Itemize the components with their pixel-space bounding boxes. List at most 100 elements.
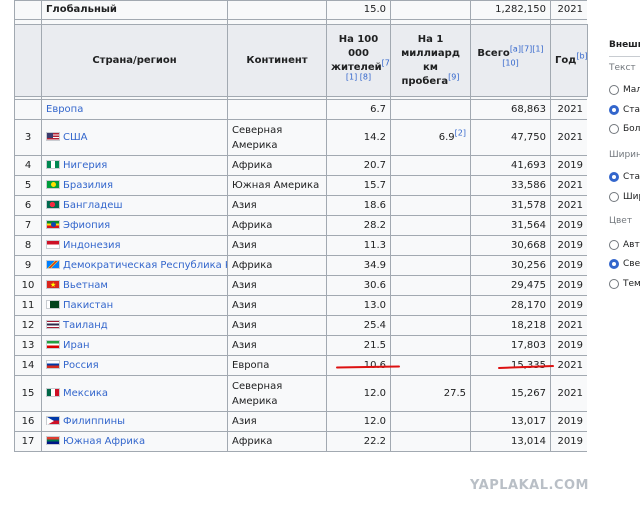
option-label: Свет [623, 259, 640, 269]
table-row: 3 США Северная Америка 14.2 6.9[2] 47,750 2021 [14, 119, 587, 156]
radio-icon[interactable] [609, 279, 619, 289]
country-cell: Бангладеш [41, 195, 228, 216]
perkm-cell [390, 99, 471, 120]
country-link[interactable]: Россия [63, 360, 99, 371]
table-row: Европа 6.7 68,863 2021 [14, 99, 587, 120]
perkm-cell [390, 295, 471, 316]
radio-icon[interactable] [609, 124, 619, 134]
country-cell: Эфиопия [41, 215, 228, 236]
country-cell: Таиланд [41, 315, 228, 336]
perkm-ref[interactable]: [2] [455, 128, 466, 137]
rank-cell [14, 99, 42, 120]
country-link[interactable]: США [63, 132, 88, 143]
text-size-option-standard[interactable]: Ста [609, 105, 640, 115]
radio-selected-icon[interactable] [609, 259, 619, 269]
width-option-wide[interactable]: Шир [609, 192, 640, 202]
table-row: 4 Нигерия Африка 20.7 41,693 2019 [14, 155, 587, 176]
per100k-cell: 22.2 [326, 431, 391, 452]
country-link[interactable]: Бангладеш [63, 200, 123, 211]
year-cell: 2019 [550, 275, 587, 296]
continent-cell: Азия [227, 411, 327, 432]
global-year-cell: 2021 [550, 0, 587, 20]
color-option-dark[interactable]: Тем [609, 279, 640, 289]
table-row: 11 Пакистан Азия 13.0 28,170 2019 [14, 295, 587, 316]
year-cell: 2019 [550, 255, 587, 276]
flag-vn-icon [46, 278, 60, 292]
flag-th-icon [46, 319, 60, 329]
year-cell: 2021 [550, 355, 587, 376]
per100k-cell: 6.7 [326, 99, 391, 120]
text-size-option-large[interactable]: Бол [609, 124, 640, 134]
radio-selected-icon[interactable] [609, 172, 619, 182]
header-year[interactable]: Год[b] [550, 24, 588, 97]
per100k-cell: 28.2 [326, 215, 391, 236]
rank-cell: 8 [14, 235, 42, 256]
header-country[interactable]: Страна/регион [41, 24, 228, 97]
rank-cell: 14 [14, 355, 42, 376]
width-option-standard[interactable]: Ста [609, 172, 640, 182]
year-value: 2019 [557, 279, 583, 291]
header-year-refs[interactable]: [b] [576, 51, 586, 60]
continent-cell: Африка [227, 431, 327, 452]
perkm-cell [390, 175, 471, 196]
country-link[interactable]: Бразилия [63, 180, 113, 191]
country-link[interactable]: Европа [46, 104, 83, 115]
year-value: 2019 [557, 259, 583, 271]
header-continent[interactable]: Континент [227, 24, 327, 97]
per100k-cell: 30.6 [326, 275, 391, 296]
country-link[interactable]: Иран [63, 340, 90, 351]
country-link[interactable]: Мексика [63, 388, 108, 399]
header-perkm[interactable]: На 1 миллиард км пробега[9] [390, 24, 471, 97]
country-link[interactable]: Таиланд [63, 320, 108, 331]
radio-selected-icon[interactable] [609, 105, 619, 115]
year-cell: 2019 [550, 215, 587, 236]
rank-cell: 12 [14, 315, 42, 336]
radio-icon[interactable] [609, 192, 619, 202]
option-label: Ста [623, 172, 640, 182]
color-option-auto[interactable]: Авто [609, 240, 640, 250]
radio-icon[interactable] [609, 85, 619, 95]
global-name-cell: Глобальный [41, 0, 228, 20]
option-label: Тем [623, 279, 640, 289]
flag-et-icon [46, 219, 60, 229]
per100k-cell: 18.6 [326, 195, 391, 216]
country-link[interactable]: Индонезия [63, 240, 121, 251]
year-cell: 2019 [550, 295, 587, 316]
country-link[interactable]: Демократическая Республика Конго [63, 260, 227, 271]
header-total[interactable]: Всего[a][7][1] [10] [470, 24, 551, 97]
country-link[interactable]: Южная Африка [63, 436, 145, 447]
continent-cell: Азия [227, 275, 327, 296]
perkm-cell [390, 155, 471, 176]
year-value: 2021 [557, 103, 583, 115]
flag-ru-icon [46, 359, 60, 369]
header-per100k[interactable]: На 100 000 жителей[7][1] [8] [326, 24, 391, 97]
country-link[interactable]: Вьетнам [63, 280, 108, 291]
color-option-light[interactable]: Свет [609, 259, 640, 269]
country-link[interactable]: Филиппины [63, 416, 125, 427]
continent-cell: Азия [227, 335, 327, 356]
option-label: Ста [623, 105, 640, 115]
text-size-option-small[interactable]: Мал [609, 85, 640, 95]
continent-cell: Азия [227, 295, 327, 316]
perkm-cell [390, 215, 471, 236]
perkm-cell [390, 195, 471, 216]
radio-icon[interactable] [609, 240, 619, 250]
header-perkm-refs[interactable]: [9] [448, 72, 459, 81]
continent-cell: Северная Америка [227, 119, 327, 156]
country-link[interactable]: Пакистан [63, 300, 113, 311]
year-cell: 2019 [550, 411, 587, 432]
option-label: Авто [623, 240, 640, 250]
country-link[interactable]: Эфиопия [63, 220, 110, 231]
perkm-cell: 27.5 [390, 375, 471, 412]
country-cell: Россия [41, 355, 228, 376]
option-label: Шир [623, 192, 640, 202]
table-row: 8 Индонезия Азия 11.3 30,668 2019 [14, 235, 587, 256]
header-total-label: Всего [477, 47, 510, 59]
country-link[interactable]: Нигерия [63, 160, 107, 171]
header-continent-label: Континент [246, 54, 308, 66]
header-per100k-label: На 100 000 жителей [331, 33, 382, 73]
total-cell: 17,803 [470, 335, 551, 356]
flag-za-icon [46, 435, 60, 445]
header-num [14, 24, 42, 97]
flag-ir-icon [46, 339, 60, 349]
